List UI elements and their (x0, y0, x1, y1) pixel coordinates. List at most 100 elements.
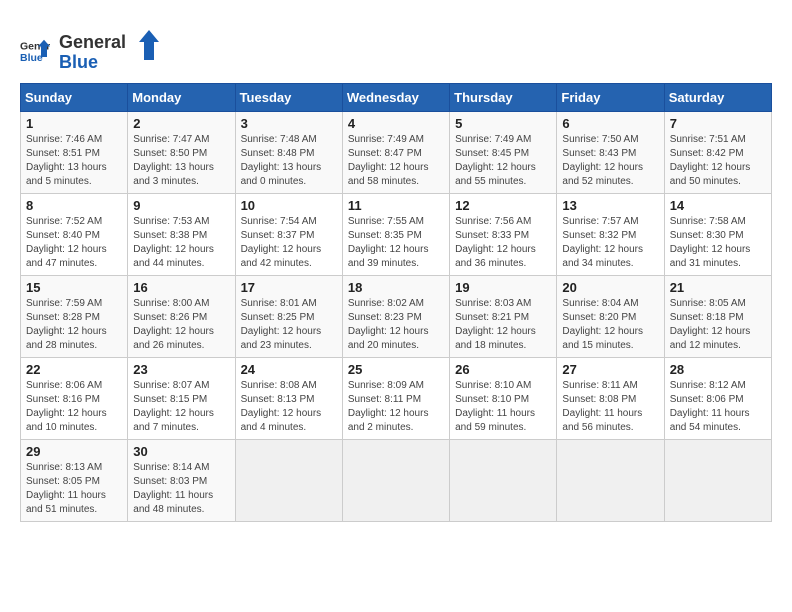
day-number: 21 (670, 280, 766, 295)
calendar-cell: 23 Sunrise: 8:07 AM Sunset: 8:15 PM Dayli… (128, 358, 235, 440)
day-info: Sunrise: 7:54 AM Sunset: 8:37 PM Dayligh… (241, 215, 337, 271)
calendar-cell: 13Sunrise: 7:57 AM Sunset: 8:32 PM Dayli… (557, 194, 664, 276)
calendar-cell (450, 440, 557, 522)
day-info: Sunrise: 8:09 AM Sunset: 8:11 PM Dayligh… (348, 379, 444, 435)
col-header-friday: Friday (557, 84, 664, 112)
day-info: Sunrise: 7:49 AM Sunset: 8:47 PM Dayligh… (348, 133, 444, 189)
day-number: 2 (133, 116, 229, 131)
col-header-thursday: Thursday (450, 84, 557, 112)
calendar-week-2: 8 Sunrise: 7:52 AM Sunset: 8:40 PM Daylig… (21, 194, 772, 276)
day-number: 19 (455, 280, 551, 295)
calendar-cell: 28 Sunrise: 8:12 AM Sunset: 8:06 PM Dayli… (664, 358, 771, 440)
calendar-cell: 22 Sunrise: 8:06 AM Sunset: 8:16 PM Dayli… (21, 358, 128, 440)
day-info: Sunrise: 7:59 AM Sunset: 8:28 PM Dayligh… (26, 297, 122, 353)
logo-icon: General Blue (20, 36, 50, 66)
page-header: General Blue General Blue (20, 20, 772, 73)
day-number: 26 (455, 362, 551, 377)
day-number: 29 (26, 444, 122, 459)
day-number: 20 (562, 280, 658, 295)
day-info: Sunrise: 8:04 AM Sunset: 8:20 PM Dayligh… (562, 297, 658, 353)
day-number: 23 (133, 362, 229, 377)
day-number: 16 (133, 280, 229, 295)
calendar-cell: 5Sunrise: 7:49 AM Sunset: 8:45 PM Daylig… (450, 112, 557, 194)
day-number: 7 (670, 116, 766, 131)
day-number: 18 (348, 280, 444, 295)
day-number: 12 (455, 198, 551, 213)
calendar-cell: 14 Sunrise: 7:58 AM Sunset: 8:30 PM Dayli… (664, 194, 771, 276)
col-header-wednesday: Wednesday (342, 84, 449, 112)
day-number: 13 (562, 198, 658, 213)
day-number: 24 (241, 362, 337, 377)
calendar-week-1: 1 Sunrise: 7:46 AM Sunset: 8:51 PM Daylig… (21, 112, 772, 194)
calendar-cell: 15 Sunrise: 7:59 AM Sunset: 8:28 PM Dayli… (21, 276, 128, 358)
svg-text:Blue: Blue (59, 52, 98, 72)
day-number: 1 (26, 116, 122, 131)
day-info: Sunrise: 7:47 AM Sunset: 8:50 PM Dayligh… (133, 133, 229, 189)
day-info: Sunrise: 7:58 AM Sunset: 8:30 PM Dayligh… (670, 215, 766, 271)
calendar-table: SundayMondayTuesdayWednesdayThursdayFrid… (20, 83, 772, 522)
calendar-cell: 12 Sunrise: 7:56 AM Sunset: 8:33 PM Dayli… (450, 194, 557, 276)
col-header-tuesday: Tuesday (235, 84, 342, 112)
col-header-sunday: Sunday (21, 84, 128, 112)
day-info: Sunrise: 7:46 AM Sunset: 8:51 PM Dayligh… (26, 133, 122, 189)
day-info: Sunrise: 8:08 AM Sunset: 8:13 PM Dayligh… (241, 379, 337, 435)
calendar-week-3: 15 Sunrise: 7:59 AM Sunset: 8:28 PM Dayli… (21, 276, 772, 358)
calendar-cell (342, 440, 449, 522)
calendar-cell (664, 440, 771, 522)
calendar-cell: 24 Sunrise: 8:08 AM Sunset: 8:13 PM Dayli… (235, 358, 342, 440)
calendar-cell (557, 440, 664, 522)
day-number: 22 (26, 362, 122, 377)
day-number: 25 (348, 362, 444, 377)
calendar-cell: 11 Sunrise: 7:55 AM Sunset: 8:35 PM Dayli… (342, 194, 449, 276)
day-info: Sunrise: 8:14 AM Sunset: 8:03 PM Dayligh… (133, 461, 229, 517)
calendar-cell: 30 Sunrise: 8:14 AM Sunset: 8:03 PM Dayli… (128, 440, 235, 522)
day-number: 6 (562, 116, 658, 131)
day-info: Sunrise: 7:49 AM Sunset: 8:45 PM Dayligh… (455, 133, 551, 189)
col-header-saturday: Saturday (664, 84, 771, 112)
day-number: 15 (26, 280, 122, 295)
col-header-monday: Monday (128, 84, 235, 112)
day-info: Sunrise: 8:05 AM Sunset: 8:18 PM Dayligh… (670, 297, 766, 353)
day-number: 10 (241, 198, 337, 213)
calendar-cell: 6 Sunrise: 7:50 AM Sunset: 8:43 PM Daylig… (557, 112, 664, 194)
day-number: 28 (670, 362, 766, 377)
calendar-cell: 3Sunrise: 7:48 AM Sunset: 8:48 PM Daylig… (235, 112, 342, 194)
day-info: Sunrise: 8:01 AM Sunset: 8:25 PM Dayligh… (241, 297, 337, 353)
calendar-week-5: 29Sunrise: 8:13 AM Sunset: 8:05 PM Dayli… (21, 440, 772, 522)
calendar-cell: 29Sunrise: 8:13 AM Sunset: 8:05 PM Dayli… (21, 440, 128, 522)
day-info: Sunrise: 8:10 AM Sunset: 8:10 PM Dayligh… (455, 379, 551, 435)
day-info: Sunrise: 8:07 AM Sunset: 8:15 PM Dayligh… (133, 379, 229, 435)
day-info: Sunrise: 7:52 AM Sunset: 8:40 PM Dayligh… (26, 215, 122, 271)
day-number: 11 (348, 198, 444, 213)
calendar-cell: 18Sunrise: 8:02 AM Sunset: 8:23 PM Dayli… (342, 276, 449, 358)
day-info: Sunrise: 8:11 AM Sunset: 8:08 PM Dayligh… (562, 379, 658, 435)
day-info: Sunrise: 7:53 AM Sunset: 8:38 PM Dayligh… (133, 215, 229, 271)
calendar-cell: 25 Sunrise: 8:09 AM Sunset: 8:11 PM Dayli… (342, 358, 449, 440)
svg-text:General: General (59, 32, 126, 52)
calendar-cell: 16 Sunrise: 8:00 AM Sunset: 8:26 PM Dayli… (128, 276, 235, 358)
day-number: 8 (26, 198, 122, 213)
calendar-header: SundayMondayTuesdayWednesdayThursdayFrid… (21, 84, 772, 112)
logo: General Blue General Blue (20, 28, 164, 73)
day-info: Sunrise: 7:51 AM Sunset: 8:42 PM Dayligh… (670, 133, 766, 189)
day-info: Sunrise: 7:50 AM Sunset: 8:43 PM Dayligh… (562, 133, 658, 189)
svg-text:Blue: Blue (20, 51, 43, 63)
day-info: Sunrise: 7:56 AM Sunset: 8:33 PM Dayligh… (455, 215, 551, 271)
calendar-cell: 2 Sunrise: 7:47 AM Sunset: 8:50 PM Daylig… (128, 112, 235, 194)
day-info: Sunrise: 8:00 AM Sunset: 8:26 PM Dayligh… (133, 297, 229, 353)
calendar-cell: 9 Sunrise: 7:53 AM Sunset: 8:38 PM Daylig… (128, 194, 235, 276)
calendar-cell: 4Sunrise: 7:49 AM Sunset: 8:47 PM Daylig… (342, 112, 449, 194)
day-number: 27 (562, 362, 658, 377)
calendar-cell: 27 Sunrise: 8:11 AM Sunset: 8:08 PM Dayli… (557, 358, 664, 440)
calendar-cell: 20 Sunrise: 8:04 AM Sunset: 8:20 PM Dayli… (557, 276, 664, 358)
calendar-cell: 21 Sunrise: 8:05 AM Sunset: 8:18 PM Dayli… (664, 276, 771, 358)
day-info: Sunrise: 8:12 AM Sunset: 8:06 PM Dayligh… (670, 379, 766, 435)
calendar-cell (235, 440, 342, 522)
day-number: 14 (670, 198, 766, 213)
day-number: 30 (133, 444, 229, 459)
calendar-cell: 1 Sunrise: 7:46 AM Sunset: 8:51 PM Daylig… (21, 112, 128, 194)
calendar-cell: 17Sunrise: 8:01 AM Sunset: 8:25 PM Dayli… (235, 276, 342, 358)
day-info: Sunrise: 8:06 AM Sunset: 8:16 PM Dayligh… (26, 379, 122, 435)
day-info: Sunrise: 7:55 AM Sunset: 8:35 PM Dayligh… (348, 215, 444, 271)
day-number: 9 (133, 198, 229, 213)
